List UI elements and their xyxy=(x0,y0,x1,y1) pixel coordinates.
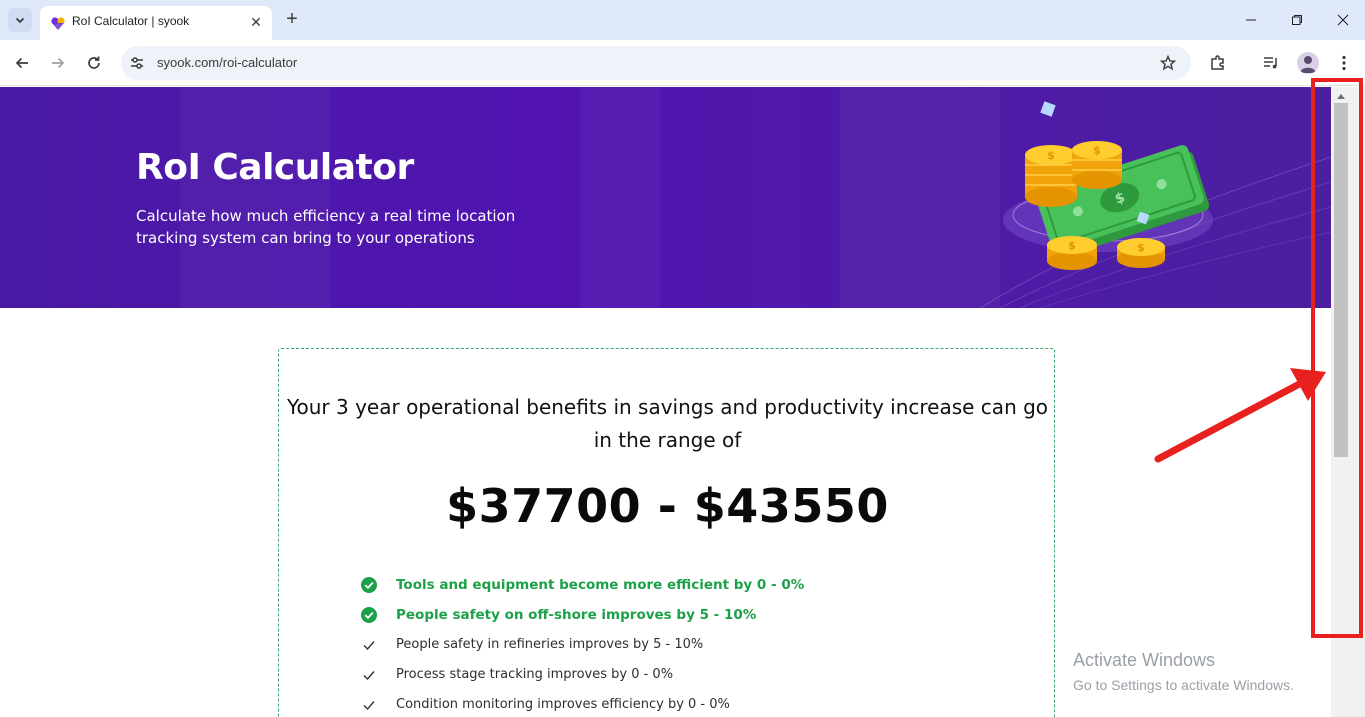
forward-arrow-icon[interactable] xyxy=(46,51,70,75)
list-item: Process stage tracking improves by 0 - 0… xyxy=(361,663,1001,693)
list-item: People safety in refineries improves by … xyxy=(361,633,1001,663)
tune-icon[interactable] xyxy=(129,55,145,71)
tab-title: RoI Calculator | syook xyxy=(72,14,190,28)
watermark-title: Activate Windows xyxy=(1073,650,1216,670)
browser-toolbar: syook.com/roi-calculator xyxy=(0,40,1365,86)
tab-strip: RoI Calculator | syook ✕ + xyxy=(0,0,1365,40)
page-viewport: RoI Calculator Calculate how much effici… xyxy=(0,87,1331,717)
address-bar[interactable]: syook.com/roi-calculator xyxy=(121,46,1191,80)
plus-icon[interactable]: + xyxy=(281,8,303,30)
svg-text:$: $ xyxy=(1047,149,1055,162)
kebab-menu-icon[interactable] xyxy=(1332,51,1356,75)
tab-search-button[interactable] xyxy=(8,8,32,32)
tab-close-icon[interactable]: ✕ xyxy=(246,12,266,32)
chevron-down-icon xyxy=(15,17,25,24)
benefit-text: Condition monitoring improves efficiency… xyxy=(396,697,730,712)
active-tab[interactable]: RoI Calculator | syook ✕ xyxy=(40,6,272,40)
url-text: syook.com/roi-calculator xyxy=(157,55,298,70)
checkmark-icon xyxy=(361,697,377,713)
restore-icon[interactable] xyxy=(1282,6,1312,34)
browser-window: RoI Calculator | syook ✕ + syook.com/roi… xyxy=(0,0,1365,717)
list-item: Condition monitoring improves efficiency… xyxy=(361,693,1001,717)
roi-result-card: Your 3 year operational benefits in savi… xyxy=(278,348,1055,717)
benefit-text: People safety in refineries improves by … xyxy=(396,637,704,652)
svg-text:$: $ xyxy=(1068,239,1076,252)
windows-activation-watermark: Activate Windows Go to Settings to activ… xyxy=(1073,650,1294,693)
list-item: People safety on off-shore improves by 5… xyxy=(361,603,1001,633)
list-item: Tools and equipment become more efficien… xyxy=(361,573,1001,603)
syook-logo-icon xyxy=(51,17,65,30)
profile-avatar[interactable] xyxy=(1297,52,1319,74)
minimize-icon[interactable] xyxy=(1236,6,1266,34)
page-title: RoI Calculator xyxy=(136,147,414,188)
benefit-text: People safety on off-shore improves by 5… xyxy=(396,607,757,623)
extensions-icon[interactable] xyxy=(1206,51,1230,75)
result-heading: Your 3 year operational benefits in savi… xyxy=(286,395,1049,452)
hero-banner: RoI Calculator Calculate how much effici… xyxy=(0,87,1331,308)
checkmark-icon xyxy=(361,667,377,683)
media-control-icon[interactable] xyxy=(1259,51,1283,75)
coins-and-cash-illustration: $ $ $ $ $ xyxy=(1003,101,1213,270)
page-subtitle: Calculate how much efficiency a real tim… xyxy=(136,207,516,247)
check-circle-icon xyxy=(361,577,377,593)
benefit-text: Tools and equipment become more efficien… xyxy=(396,577,805,593)
annotation-highlight-box xyxy=(1311,78,1363,638)
star-icon[interactable] xyxy=(1158,53,1178,73)
check-circle-icon xyxy=(361,607,377,623)
close-icon[interactable] xyxy=(1328,6,1358,34)
savings-range: $37700 - $43550 xyxy=(446,479,889,533)
svg-text:$: $ xyxy=(1093,144,1101,157)
reload-icon[interactable] xyxy=(82,51,106,75)
checkmark-icon xyxy=(361,637,377,653)
svg-text:$: $ xyxy=(1137,241,1145,254)
back-arrow-icon[interactable] xyxy=(10,51,34,75)
watermark-subtitle: Go to Settings to activate Windows. xyxy=(1073,677,1294,693)
benefits-list: Tools and equipment become more efficien… xyxy=(361,573,1001,717)
benefit-text: Process stage tracking improves by 0 - 0… xyxy=(396,667,674,682)
